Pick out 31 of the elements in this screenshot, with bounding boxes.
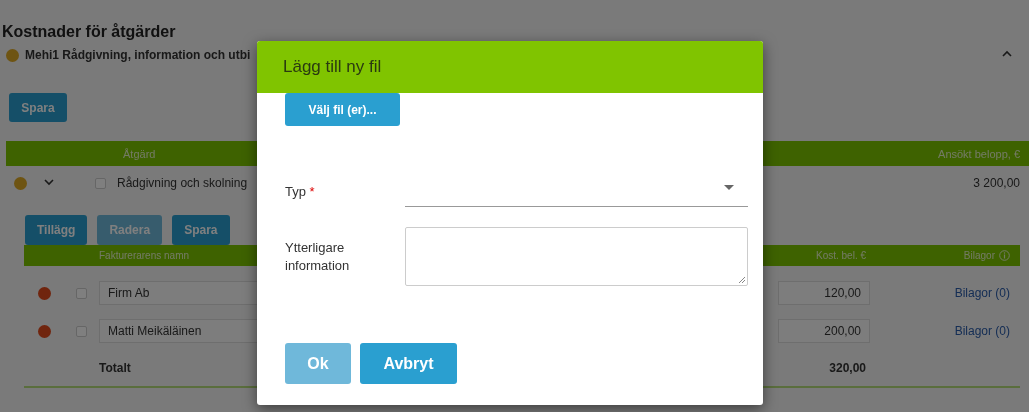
total-value: 320,00	[828, 361, 867, 375]
column-header: Ansökt belopp, €	[938, 147, 1020, 160]
toolbar-button[interactable]: Spara	[172, 215, 230, 245]
column-header: Kost. bel. €	[814, 250, 867, 261]
save-button[interactable]: Spara	[9, 93, 67, 122]
attachments-link[interactable]: Bilagor (0)	[870, 324, 1020, 338]
column-header: Åtgärd	[123, 147, 157, 160]
cost-field[interactable]: 120,00	[778, 281, 870, 305]
choose-files-button[interactable]: Välj fil (er)...	[285, 93, 400, 126]
resize-grip-icon[interactable]	[738, 276, 745, 283]
dropdown-caret-icon[interactable]	[724, 185, 734, 191]
section-title[interactable]: Mehi1 Rådgivning, information och utbi	[25, 48, 251, 62]
amount: 3 200,00	[973, 176, 1020, 190]
column-header: Bilagor	[963, 250, 995, 261]
column-header: Fakturerarens namn	[99, 250, 191, 261]
cost-field[interactable]: 200,00	[778, 319, 870, 343]
field-label: Ytterligare information	[285, 239, 350, 273]
measure-name: Rådgivning och skolning	[117, 176, 248, 190]
checkbox[interactable]	[95, 177, 106, 189]
page-title: Kostnader för åtgärder	[2, 22, 177, 42]
info-icon[interactable]	[999, 250, 1010, 261]
dialog-title: Lägg till ny fil	[257, 41, 763, 93]
dialog-button[interactable]: Avbryt	[360, 343, 457, 384]
checkbox[interactable]	[76, 287, 87, 299]
attachments-link[interactable]: Bilagor (0)	[870, 286, 1020, 300]
info-textarea[interactable]	[405, 227, 748, 286]
toolbar-button[interactable]: Tillägg	[25, 215, 88, 245]
total-label: Totalt	[99, 361, 131, 375]
checkbox[interactable]	[76, 325, 87, 337]
required-mark: *	[309, 183, 315, 199]
field-label: Typ	[285, 183, 306, 199]
